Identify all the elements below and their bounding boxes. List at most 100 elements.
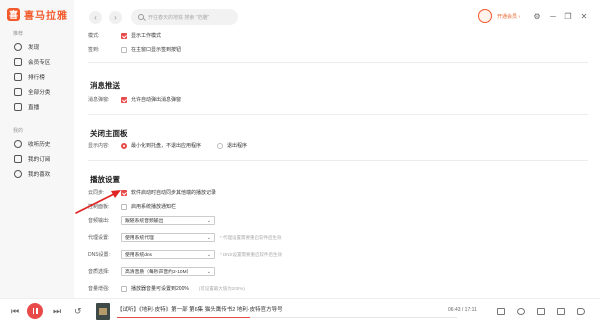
back-button[interactable]: ‹: [89, 11, 102, 24]
ranking-icon: [14, 73, 22, 81]
sidebar-item-label: 会员专区: [28, 60, 51, 66]
avatar[interactable]: [478, 9, 492, 23]
live-icon: [14, 103, 22, 111]
select-value: 使用系统dns: [125, 253, 152, 258]
audio-out-row: 音频输出: 跟随系统音频输出 ⌄: [88, 216, 220, 225]
pause-button[interactable]: [27, 303, 43, 319]
sign-label: 签到:: [88, 47, 100, 53]
close-label: 显示内容:: [88, 143, 110, 149]
sidebar-item-discover[interactable]: 发现: [14, 42, 39, 52]
vip-icon: [14, 58, 22, 66]
audio-out-label: 音频输出:: [88, 218, 110, 224]
sidebar-item-label: 排行榜: [28, 75, 45, 81]
minimize-tray-text: 最小化到托盘，不退出应用程序: [131, 143, 202, 149]
track-title[interactable]: 【试听】《地利·皮特》第一部 第6集 猫头鹰传书2 地利·皮特官方导号: [117, 305, 283, 313]
proxy-hint: * 代理设置需要重启软件后生效: [220, 234, 282, 240]
push-label: 消息弹窗:: [88, 97, 110, 103]
album-cover[interactable]: [96, 303, 110, 320]
sidebar-item-vip[interactable]: 会员专区: [14, 57, 50, 67]
open-vip-link[interactable]: 开通会员 ›: [497, 13, 520, 20]
playlist-icon[interactable]: [497, 308, 505, 315]
rewind-icon[interactable]: ↺: [74, 306, 82, 317]
progress-bar[interactable]: [117, 317, 457, 318]
quality-select[interactable]: 高清音质（每秒声音约2-10M） ⌄: [121, 267, 215, 276]
proxy-select[interactable]: 使用系统代理 ⌄: [121, 233, 215, 242]
exit-program-radio[interactable]: [217, 142, 224, 149]
minimize-icon[interactable]: ─: [548, 12, 558, 22]
volume-boost-text: 播放器音量可设置到200%: [131, 286, 189, 292]
volume-icon[interactable]: [577, 308, 585, 315]
search-input[interactable]: 开往春天的地铁 搜索 "范雕": [131, 9, 238, 25]
push-popup-checkbox[interactable]: [121, 96, 127, 103]
cloud-sync-checkbox[interactable]: [121, 189, 127, 196]
cloud-label: 云同步:: [88, 190, 105, 196]
sidebar-item-live[interactable]: 直播: [14, 102, 39, 112]
system-notify-text: 启用系统播放通知栏: [131, 204, 177, 210]
sidebar-item-label: 我的喜欢: [28, 172, 51, 178]
search-placeholder: 开往春天的地铁 搜索 "范雕": [148, 14, 210, 21]
volume-boost-checkbox[interactable]: [121, 285, 127, 292]
section-title-push: 消息推送: [90, 81, 120, 90]
cloud-row: 云同步: 软件启动时自动同步其他端的播放记录: [88, 188, 226, 197]
timer-icon[interactable]: [537, 308, 545, 315]
audio-output-select[interactable]: 跟随系统音频输出 ⌄: [121, 216, 215, 225]
pause-icon: [36, 308, 38, 314]
select-value: 使用系统代理: [125, 236, 154, 241]
play-time: 06:43 / 17:11: [448, 307, 477, 313]
select-value: 跟随系统音频输出: [125, 219, 164, 224]
next-icon[interactable]: ⏭: [53, 306, 61, 317]
work-mode-checkbox[interactable]: [121, 32, 127, 39]
subscribe-icon: [14, 155, 22, 163]
cloud-sync-text: 软件启动时自动同步其他端的播放记录: [131, 190, 217, 196]
progress-fill: [117, 317, 250, 318]
logo-text: 喜马拉雅: [24, 11, 68, 22]
close-icon[interactable]: ✕: [579, 12, 589, 22]
chevron-down-icon: ⌄: [206, 251, 211, 258]
mode-label: 模式:: [88, 33, 100, 39]
forward-button[interactable]: ›: [109, 11, 122, 24]
sidebar-section-mine: 我的: [13, 128, 24, 134]
divider: [88, 62, 588, 63]
chevron-down-icon: ⌄: [206, 217, 211, 224]
sidebar-item-ranking[interactable]: 排行榜: [14, 72, 45, 82]
section-title-play: 播放设置: [90, 175, 120, 184]
dns-select[interactable]: 使用系统dns ⌄: [121, 250, 215, 259]
divider: [88, 114, 588, 115]
quality-label: 音质选择:: [88, 269, 110, 275]
dns-row: DNS设置: 使用系统dns ⌄ * DNS设置需要重启软件后生效: [88, 250, 282, 259]
mode-row: 模式: 显示工作模式: [88, 31, 171, 40]
history-icon: [14, 140, 22, 148]
logo-mark-icon: 喜: [7, 8, 20, 21]
user-area[interactable]: 开通会员 ›: [478, 9, 520, 23]
previous-icon[interactable]: ⏮: [11, 306, 19, 317]
sign-button-checkbox[interactable]: [121, 46, 127, 53]
minimize-tray-radio[interactable]: [121, 142, 127, 149]
exit-program-text: 退出程序: [227, 143, 248, 149]
control-label: 控制面板:: [88, 204, 110, 210]
sidebar-item-category[interactable]: 全部分类: [14, 87, 50, 97]
list-icon[interactable]: [557, 308, 565, 315]
search-icon: [138, 14, 144, 20]
chevron-right-icon: ›: [114, 13, 117, 22]
settings-icon[interactable]: ⚙: [532, 12, 542, 22]
like-icon: [14, 170, 22, 178]
sidebar-item-like[interactable]: 我的喜欢: [14, 169, 50, 179]
control-row: 控制面板: 启用系统播放通知栏: [88, 202, 186, 211]
sign-row: 签到: 在主窗口显示签到按钮: [88, 45, 191, 54]
push-row: 消息弹窗: 允许自动弹出消息弹窗: [88, 95, 191, 104]
speed-icon[interactable]: [517, 308, 525, 315]
sidebar-item-history[interactable]: 收听历史: [14, 139, 50, 149]
quality-row: 音质选择: 高清音质（每秒声音约2-10M） ⌄: [88, 267, 220, 276]
system-notify-checkbox[interactable]: [121, 203, 127, 210]
sidebar-item-label: 全部分类: [28, 90, 51, 96]
pause-icon: [32, 308, 34, 314]
dns-label: DNS设置:: [88, 252, 110, 258]
sidebar-item-subscribe[interactable]: 我的订阅: [14, 154, 50, 164]
player-bar: ⏮ ⏭ ↺ 【试听】《地利·皮特》第一部 第6集 猫头鹰传书2 地利·皮特官方导…: [0, 298, 600, 323]
app-logo[interactable]: 喜 喜马拉雅: [7, 7, 68, 22]
work-mode-text: 显示工作模式: [131, 33, 162, 39]
sidebar-item-label: 收听历史: [28, 142, 51, 148]
maximize-icon[interactable]: ❐: [563, 12, 573, 22]
category-icon: [14, 88, 22, 96]
sign-button-text: 在主窗口显示签到按钮: [131, 47, 182, 53]
